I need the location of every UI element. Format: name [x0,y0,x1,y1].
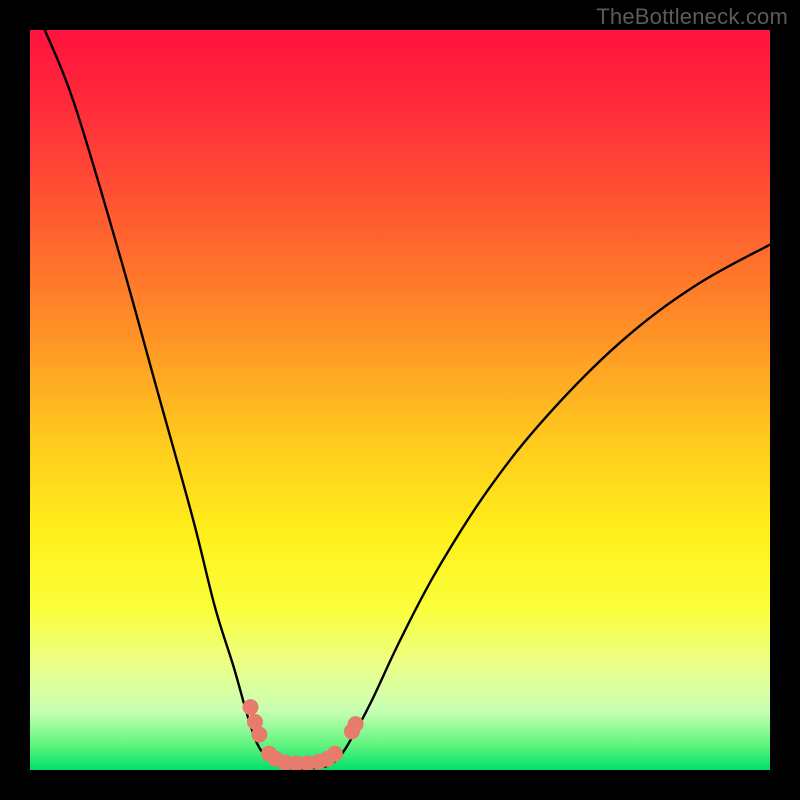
marker-point [243,699,259,715]
plot-area [30,30,770,770]
marker-point [251,726,267,742]
marker-point [327,746,343,762]
plot-svg [30,30,770,770]
marker-point [348,716,364,732]
chart-frame: TheBottleneck.com [0,0,800,800]
watermark-text: TheBottleneck.com [596,4,788,30]
gradient-background [30,30,770,770]
